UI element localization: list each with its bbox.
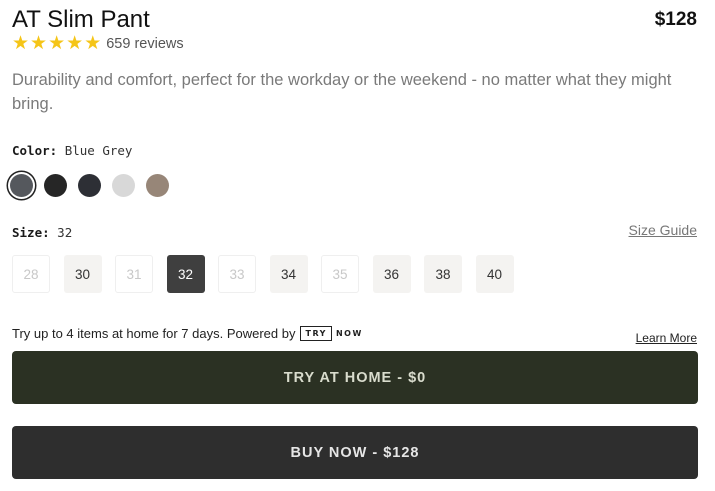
trynow-logo-now: NOW [335,329,363,338]
product-price: $128 [654,9,697,30]
size-options: 28 30 31 32 33 34 35 36 38 40 [12,255,527,293]
size-option-40[interactable]: 40 [475,255,514,293]
color-swatch[interactable] [146,174,169,197]
size-option-31[interactable]: 31 [115,255,153,293]
rating[interactable]: ★ ★ ★ ★ ★ 659 reviews [12,34,184,53]
trynow-logo: TRY NOW [300,326,362,341]
try-at-home-text: Try up to 4 items at home for 7 days. Po… [12,326,296,341]
product-title: AT Slim Pant [12,6,150,33]
star-icon: ★ [84,33,102,54]
star-rating: ★ ★ ★ ★ ★ [12,34,102,53]
color-label: Color: Blue Grey [12,143,132,158]
size-option-32[interactable]: 32 [166,255,205,293]
star-icon: ★ [48,33,66,54]
size-option-30[interactable]: 30 [63,255,102,293]
color-swatch[interactable] [78,174,101,197]
star-icon: ★ [12,33,30,54]
product-description: Durability and comfort, perfect for the … [12,71,672,113]
learn-more-link[interactable]: Learn More [636,331,697,345]
color-swatch-blue-grey[interactable] [10,174,33,197]
trynow-logo-try: TRY [300,326,332,341]
star-icon: ★ [30,33,48,54]
review-count[interactable]: 659 reviews [106,36,183,52]
size-option-34[interactable]: 34 [269,255,308,293]
buy-now-button[interactable]: BUY NOW - $128 [12,426,698,479]
size-option-28[interactable]: 28 [12,255,50,293]
size-option-38[interactable]: 38 [424,255,462,293]
color-label-key: Color: [12,143,58,158]
try-at-home-info: Try up to 4 items at home for 7 days. Po… [12,326,363,341]
size-label: Size: 32 [12,225,72,240]
color-swatch[interactable] [44,174,67,197]
size-guide-link[interactable]: Size Guide [629,222,697,238]
size-option-36[interactable]: 36 [372,255,411,293]
try-at-home-button[interactable]: TRY AT HOME - $0 [12,351,698,404]
size-selected-value: 32 [57,225,73,240]
size-label-key: Size: [12,225,50,240]
size-option-33[interactable]: 33 [218,255,256,293]
size-option-35[interactable]: 35 [321,255,359,293]
color-swatches [10,174,180,197]
color-selected-value: Blue Grey [64,143,133,158]
star-icon: ★ [66,33,84,54]
color-swatch[interactable] [112,174,135,197]
